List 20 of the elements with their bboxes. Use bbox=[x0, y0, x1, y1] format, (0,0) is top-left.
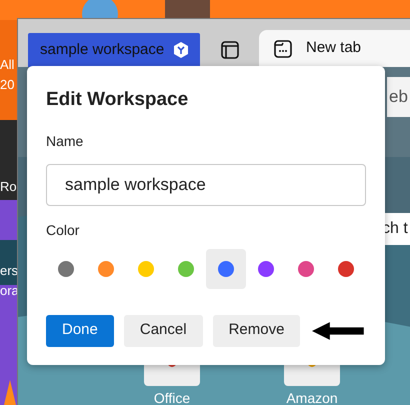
desktop-icon-label: 20 bbox=[0, 78, 14, 91]
color-swatch[interactable] bbox=[206, 248, 246, 288]
tile-label: Office bbox=[154, 389, 190, 405]
color-label: Color bbox=[46, 220, 80, 240]
desktop-icon-label: ers bbox=[0, 264, 18, 277]
dialog-button[interactable]: Remove bbox=[212, 314, 300, 346]
cube-icon bbox=[172, 41, 190, 59]
desktop-icon-label: Ro bbox=[0, 180, 17, 193]
browser-tab[interactable]: New tab bbox=[259, 30, 410, 67]
tile-label: Amazon bbox=[286, 389, 338, 405]
name-label: Name bbox=[46, 132, 84, 150]
dialog-button[interactable]: Done bbox=[46, 314, 114, 346]
address-bar[interactable]: eb bbox=[387, 77, 410, 117]
name-input[interactable]: sample workspace bbox=[46, 164, 366, 206]
dialog-button[interactable]: Cancel bbox=[124, 314, 203, 346]
dialog-title: Edit Workspace bbox=[46, 88, 190, 112]
arrow-icon bbox=[312, 320, 366, 342]
tab-page-icon bbox=[274, 40, 292, 58]
tab-actions-icon[interactable] bbox=[221, 41, 239, 59]
desktop-icon-label: All bbox=[0, 58, 14, 71]
